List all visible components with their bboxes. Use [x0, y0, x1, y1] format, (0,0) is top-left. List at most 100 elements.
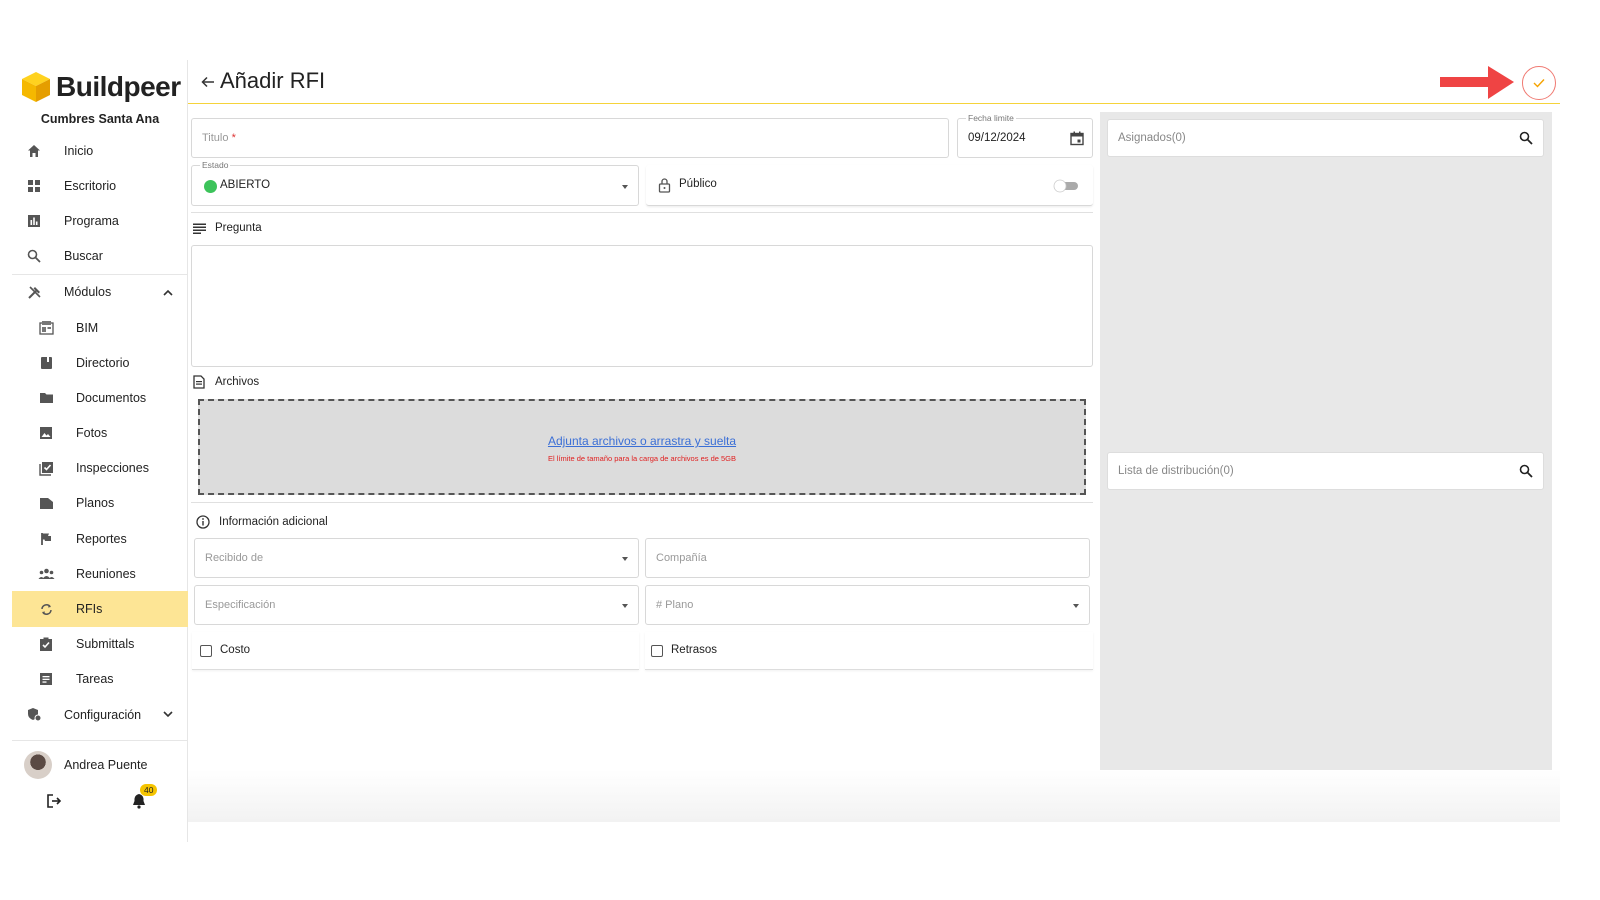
back-arrow-icon[interactable] [200, 74, 216, 90]
status-select[interactable]: Estado ABIERTO [191, 160, 639, 206]
attach-files-link[interactable]: Adjunta archivos o arrastra y suelta [200, 434, 1084, 448]
user-profile[interactable]: Andrea Puente [12, 751, 188, 779]
plan-number-select[interactable]: # Plano [645, 585, 1090, 625]
sidebar-item-reportes[interactable]: Reportes [12, 521, 188, 556]
image-icon [36, 423, 56, 443]
due-date-field[interactable]: Fecha limite 09/12/2024 [957, 113, 1093, 158]
bottom-shadow [188, 770, 1560, 822]
delays-checkbox[interactable] [651, 645, 663, 657]
status-dot-icon [204, 180, 217, 193]
check-icon [1533, 79, 1545, 88]
sidebar-item-escritorio[interactable]: Escritorio [12, 168, 188, 203]
sidebar-item-documentos[interactable]: Documentos [12, 380, 188, 415]
user-name: Andrea Puente [64, 758, 148, 772]
sidebar-item-inicio[interactable]: Inicio [12, 133, 188, 168]
sidebar-item-label: Tareas [76, 672, 114, 687]
sidebar-item-label: Reportes [76, 531, 127, 546]
clipboard-check-icon [36, 634, 56, 654]
specification-select[interactable]: Especificación [194, 585, 639, 625]
sidebar-item-label: Programa [64, 213, 119, 228]
sidebar-item-tareas[interactable]: Tareas [12, 662, 188, 697]
document-icon [192, 375, 206, 389]
chevron-down-icon[interactable] [162, 709, 174, 721]
chart-icon [24, 211, 44, 231]
logo: Buildpeer [20, 70, 181, 104]
home-icon [24, 141, 44, 161]
sidebar-item-label: Reuniones [76, 566, 136, 581]
search-icon[interactable] [1519, 131, 1533, 145]
question-section-header: Pregunta [192, 221, 262, 235]
dashboard-icon [24, 176, 44, 196]
book-icon [36, 353, 56, 373]
public-toggle[interactable] [1053, 179, 1079, 193]
divider [191, 212, 1093, 213]
received-from-placeholder: Recibido de [205, 552, 264, 564]
sidebar-item-buscar[interactable]: Buscar [12, 239, 188, 274]
sidebar: Buildpeer Cumbres Santa Ana Inicio Escri… [12, 60, 188, 842]
received-from-select[interactable]: Recibido de [194, 538, 639, 578]
distribution-placeholder: Lista de distribución(0) [1118, 465, 1234, 477]
sidebar-item-label: Inspecciones [76, 461, 149, 476]
search-icon[interactable] [1519, 464, 1533, 478]
chevron-up-icon[interactable] [162, 286, 174, 298]
dropdown-caret-icon [622, 557, 628, 561]
user-actions: 40 [12, 784, 188, 811]
sidebar-item-reuniones[interactable]: Reuniones [12, 556, 188, 591]
logout-icon[interactable] [46, 793, 64, 811]
sidebar-item-submittals[interactable]: Submittals [12, 627, 188, 662]
cost-row: Costo [192, 632, 639, 670]
divider [191, 502, 1093, 503]
sidebar-item-label: BIM [76, 320, 99, 335]
sidebar-item-directorio[interactable]: Directorio [12, 345, 188, 380]
page-header: Añadir RFI [188, 60, 1560, 104]
save-check-button[interactable] [1522, 66, 1556, 100]
specification-placeholder: Especificación [205, 599, 276, 611]
sidebar-item-label: Escritorio [64, 178, 117, 193]
sidebar-item-label: RFIs [76, 602, 103, 617]
question-textarea[interactable] [191, 245, 1093, 367]
info-icon [196, 515, 210, 529]
public-toggle-row: Público [646, 165, 1093, 206]
notification-badge: 40 [140, 784, 158, 796]
sidebar-item-label: Submittals [76, 637, 135, 652]
sidebar-item-planos[interactable]: Planos [12, 486, 188, 521]
sidebar-item-fotos[interactable]: Fotos [12, 416, 188, 451]
cost-label: Costo [220, 644, 251, 656]
annotation-arrow-icon [1438, 62, 1518, 104]
avatar[interactable] [24, 751, 52, 779]
title-field[interactable]: Titulo * [191, 118, 949, 158]
sidebar-item-label: Documentos [76, 390, 147, 405]
plans-icon [36, 493, 56, 513]
file-dropzone[interactable]: Adjunta archivos o arrastra y suelta El … [198, 399, 1086, 495]
sidebar-item-programa[interactable]: Programa [12, 203, 188, 238]
additional-info-header: Información adicional [196, 515, 328, 529]
company-field[interactable]: Compañía [645, 538, 1090, 578]
sidebar-item-inspecciones[interactable]: Inspecciones [12, 451, 188, 486]
flag-icon [36, 529, 56, 549]
notifications-bell-icon[interactable]: 40 [132, 784, 158, 811]
additional-info-label: Información adicional [219, 516, 328, 528]
sync-icon [36, 599, 56, 619]
files-label: Archivos [215, 376, 260, 388]
assignees-search[interactable]: Asignados(0) [1107, 119, 1544, 157]
plan-number-placeholder: # Plano [656, 599, 694, 611]
files-section-header: Archivos [192, 375, 259, 389]
required-mark: * [231, 132, 236, 144]
sidebar-item-label: Fotos [76, 426, 108, 441]
checklist-icon [36, 458, 56, 478]
distribution-list-search[interactable]: Lista de distribución(0) [1107, 452, 1544, 490]
dropdown-caret-icon [622, 185, 628, 189]
public-label: Público [679, 178, 717, 190]
buildpeer-logo-icon [20, 70, 52, 104]
bim-icon [36, 318, 56, 338]
sidebar-item-modulos[interactable]: Módulos [12, 275, 188, 310]
cost-checkbox[interactable] [200, 645, 212, 657]
sidebar-item-rfis[interactable]: RFIs [12, 591, 188, 627]
calendar-icon[interactable] [1070, 131, 1084, 151]
sidebar-item-label: Configuración [64, 707, 142, 722]
sidebar-item-configuracion[interactable]: Configuración [12, 697, 188, 732]
sidebar-item-label: Planos [76, 496, 115, 511]
sidebar-item-bim[interactable]: BIM [12, 310, 188, 345]
people-icon [36, 564, 56, 584]
text-lines-icon [192, 221, 206, 235]
